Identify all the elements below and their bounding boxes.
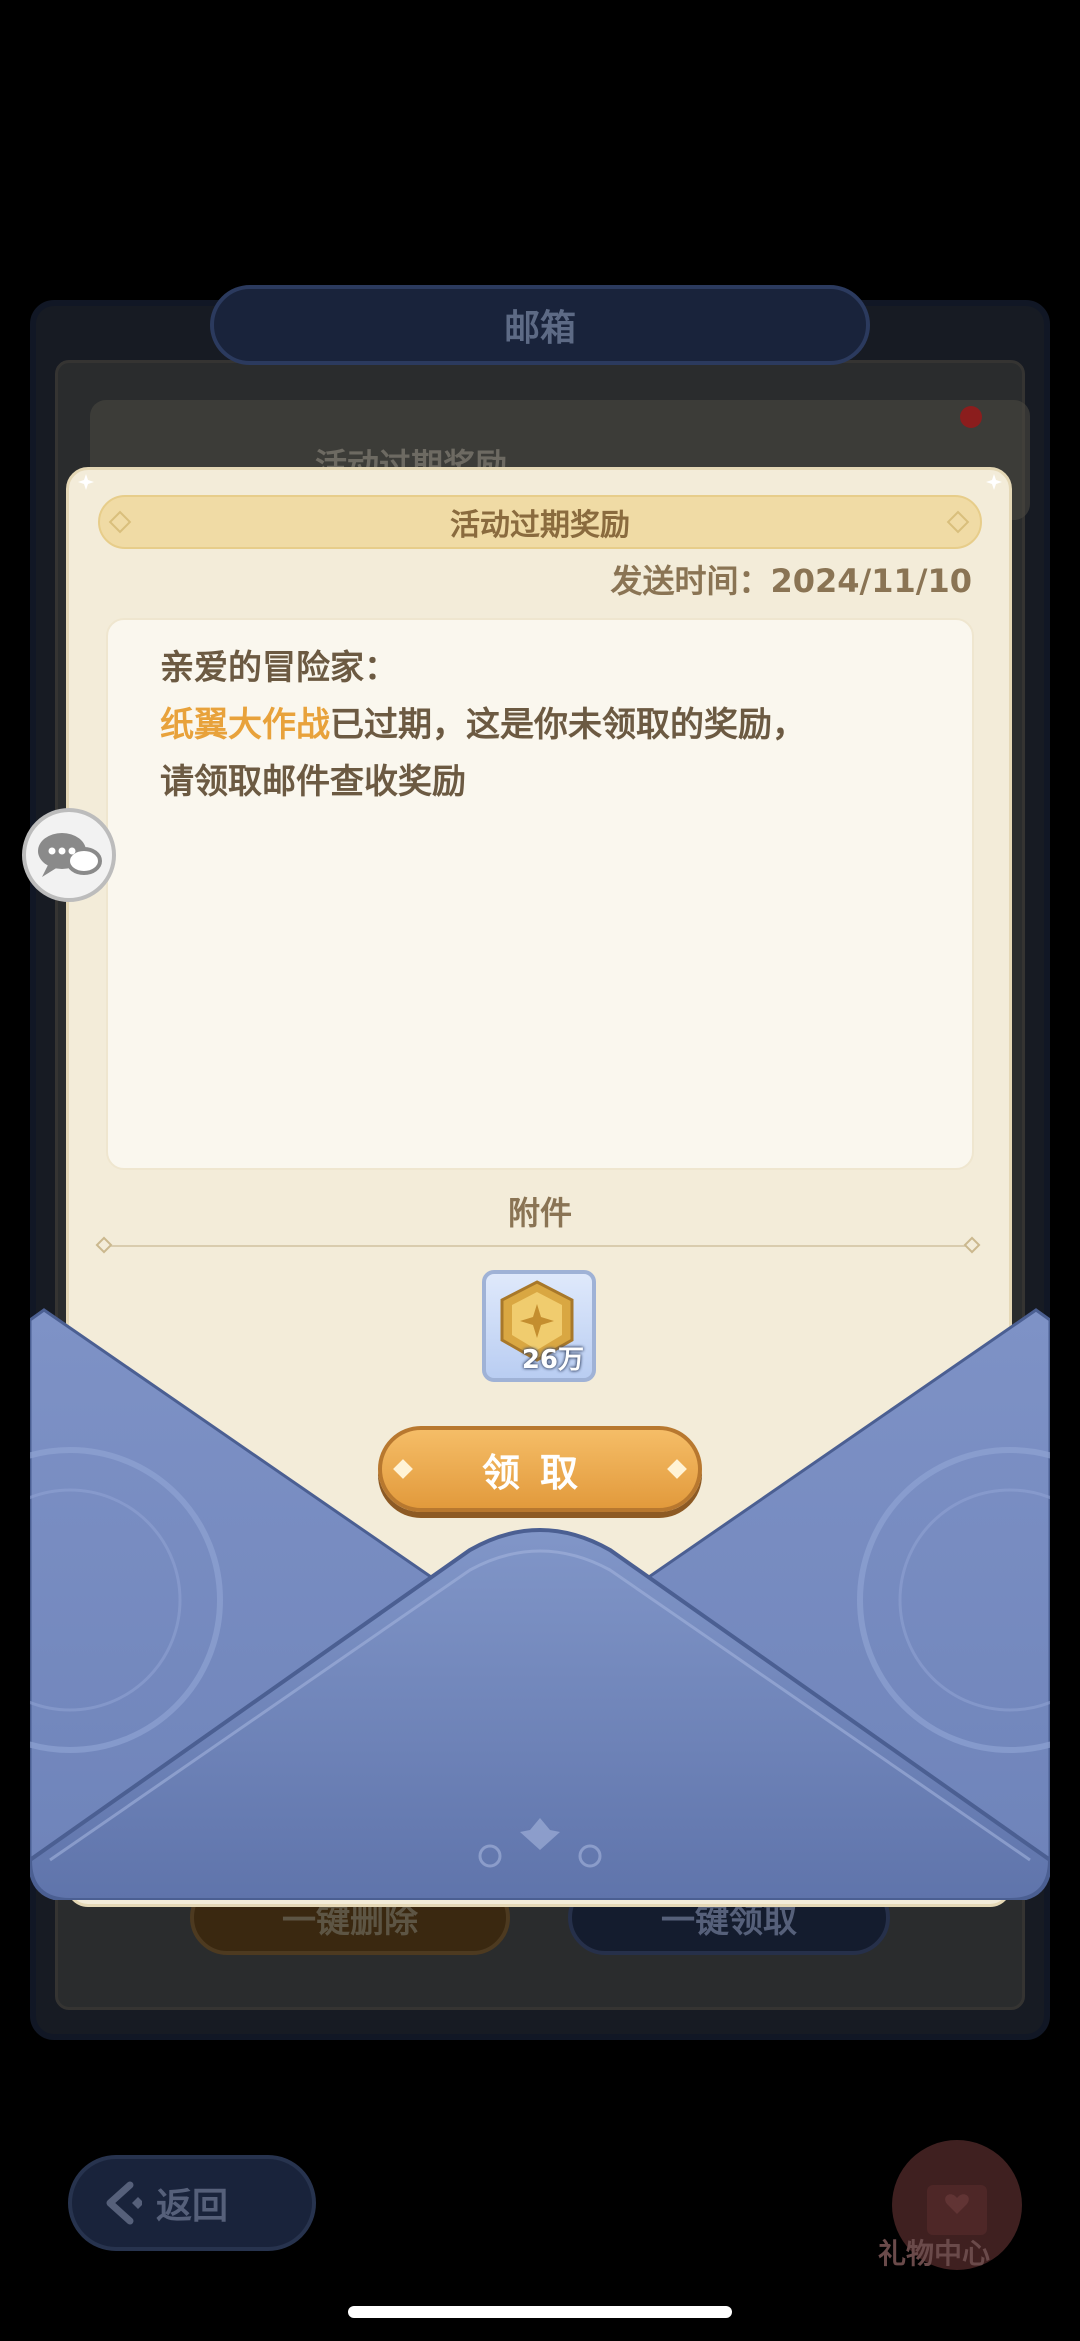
envelope xyxy=(30,1308,1050,1900)
back-button[interactable]: 返回 xyxy=(68,2155,316,2251)
corner-star-icon xyxy=(986,474,1002,490)
claim-button[interactable]: 领取 xyxy=(378,1426,702,1512)
mail-body-line2: 请领取邮件查收奖励 xyxy=(160,762,466,802)
back-label: 返回 xyxy=(156,2186,229,2227)
attachment-divider xyxy=(108,1245,974,1247)
diamond-ornament-icon xyxy=(667,1459,687,1479)
mail-body-line1: 纸翼大作战已过期，这是你未领取的奖励， xyxy=(160,697,806,746)
gift-center-label: 礼物中心 xyxy=(878,2237,991,2270)
sent-time: 发送时间：2024/11/10 xyxy=(610,562,972,600)
attachment-label: 附件 xyxy=(507,1194,572,1232)
back-arrow-icon xyxy=(106,2181,142,2225)
mailbox-title: 邮箱 xyxy=(503,308,576,349)
unread-dot xyxy=(960,406,982,428)
corner-star-icon xyxy=(78,474,94,490)
chat-icon xyxy=(38,833,102,877)
event-name: 纸翼大作战 xyxy=(160,705,330,745)
home-indicator[interactable] xyxy=(348,2306,732,2318)
diamond-ornament-icon xyxy=(393,1459,413,1479)
chat-button[interactable] xyxy=(22,808,116,902)
claim-button-label: 领取 xyxy=(481,1450,598,1495)
mail-body-line1-rest: 已过期，这是你未领取的奖励， xyxy=(330,705,806,745)
mail-title: 活动过期奖励 xyxy=(450,508,630,543)
mail-greeting: 亲爱的冒险家： xyxy=(160,648,398,688)
